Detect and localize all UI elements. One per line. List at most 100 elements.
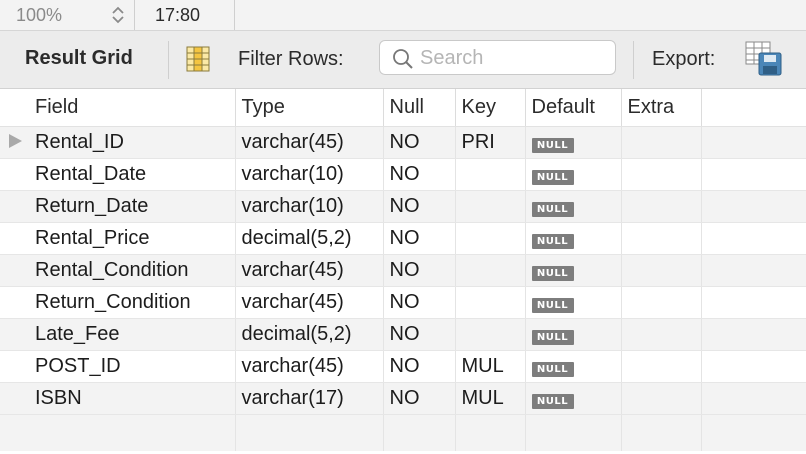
column-header-null[interactable]: Null <box>383 89 456 127</box>
cell-default[interactable]: NULL <box>525 222 622 255</box>
result-grid-label[interactable]: Result Grid <box>25 47 133 70</box>
table-row[interactable]: Rental_Condition varchar(45) NO NULL <box>0 254 806 287</box>
cell-null[interactable]: NO <box>383 318 456 351</box>
cell-extra[interactable] <box>621 158 702 191</box>
cell-field[interactable]: Return_Date <box>29 190 236 223</box>
cell-type[interactable]: varchar(17) <box>235 382 384 415</box>
row-pointer-icon <box>9 133 22 148</box>
search-input[interactable] <box>420 45 605 71</box>
cell-null[interactable]: NO <box>383 158 456 191</box>
cell-type[interactable]: varchar(10) <box>235 158 384 191</box>
cell-default[interactable]: NULL <box>525 382 622 415</box>
cell-extra[interactable] <box>621 318 702 351</box>
header-row: Field Type Null Key Default Extra <box>0 89 806 127</box>
cell-default[interactable]: NULL <box>525 286 622 319</box>
cell-type[interactable]: varchar(45) <box>235 286 384 319</box>
cell-type[interactable]: varchar(45) <box>235 126 384 159</box>
cell-field[interactable]: Late_Fee <box>29 318 236 351</box>
column-header-default[interactable]: Default <box>525 89 622 127</box>
cell-extra[interactable] <box>621 350 702 383</box>
cell-key[interactable] <box>455 318 526 351</box>
cell-key[interactable]: MUL <box>455 382 526 415</box>
cell-key[interactable] <box>455 254 526 287</box>
row-marker-cell[interactable] <box>0 222 29 255</box>
cell-null[interactable]: NO <box>383 190 456 223</box>
cell-default[interactable]: NULL <box>525 126 622 159</box>
cell-field[interactable]: Rental_Price <box>29 222 236 255</box>
row-marker-cell[interactable] <box>0 126 29 159</box>
cell-type[interactable]: decimal(5,2) <box>235 318 384 351</box>
column-header-type[interactable]: Type <box>235 89 384 127</box>
cell-key[interactable] <box>455 190 526 223</box>
row-marker-cell[interactable] <box>0 286 29 319</box>
row-spacer-cell <box>701 222 806 255</box>
cell-null[interactable]: NO <box>383 126 456 159</box>
table-row[interactable]: ISBN varchar(17) NO MUL NULL <box>0 382 806 415</box>
cell-default[interactable]: NULL <box>525 190 622 223</box>
cell-field[interactable]: Rental_Condition <box>29 254 236 287</box>
cell-type[interactable]: varchar(10) <box>235 190 384 223</box>
cell-null[interactable]: NO <box>383 286 456 319</box>
cell-extra[interactable] <box>621 254 702 287</box>
cell-null[interactable]: NO <box>383 222 456 255</box>
column-header-key[interactable]: Key <box>455 89 526 127</box>
table-row[interactable]: Rental_ID varchar(45) NO PRI NULL <box>0 126 806 159</box>
cell-extra[interactable] <box>621 126 702 159</box>
cell-key[interactable] <box>455 158 526 191</box>
null-badge: NULL <box>531 361 574 377</box>
row-marker-cell[interactable] <box>0 158 29 191</box>
column-header-field[interactable]: Field <box>29 89 236 127</box>
cell-null[interactable]: NO <box>383 382 456 415</box>
grid-columns-icon[interactable] <box>185 45 211 73</box>
cell-key[interactable] <box>455 222 526 255</box>
cell-extra[interactable] <box>621 190 702 223</box>
null-badge: NULL <box>531 233 574 249</box>
cell-default[interactable]: NULL <box>525 318 622 351</box>
cell-default[interactable]: NULL <box>525 158 622 191</box>
search-field[interactable] <box>379 40 616 75</box>
cell-null[interactable]: NO <box>383 350 456 383</box>
empty-cell <box>383 414 456 451</box>
row-spacer-cell <box>701 382 806 415</box>
row-marker-cell[interactable] <box>0 350 29 383</box>
toolbar-divider <box>633 41 634 79</box>
column-header-extra[interactable]: Extra <box>621 89 702 127</box>
row-spacer-cell <box>701 318 806 351</box>
cell-null[interactable]: NO <box>383 254 456 287</box>
row-marker-cell[interactable] <box>0 318 29 351</box>
null-badge: NULL <box>531 137 574 153</box>
cell-default[interactable]: NULL <box>525 350 622 383</box>
table-row[interactable]: Rental_Price decimal(5,2) NO NULL <box>0 222 806 255</box>
result-grid: Field Type Null Key Default Extra Rental… <box>0 89 806 454</box>
cell-field[interactable]: Rental_Date <box>29 158 236 191</box>
cell-field[interactable]: ISBN <box>29 382 236 415</box>
filter-rows-label: Filter Rows: <box>238 48 344 70</box>
cell-extra[interactable] <box>621 382 702 415</box>
row-spacer-cell <box>701 126 806 159</box>
cell-field[interactable]: Rental_ID <box>29 126 236 159</box>
cell-type[interactable]: decimal(5,2) <box>235 222 384 255</box>
cell-field[interactable]: Return_Condition <box>29 286 236 319</box>
chevron-up-down-icon[interactable] <box>108 5 128 25</box>
row-marker-cell[interactable] <box>0 190 29 223</box>
export-save-icon[interactable] <box>745 41 783 77</box>
cell-field[interactable]: POST_ID <box>29 350 236 383</box>
table-row[interactable]: Rental_Date varchar(10) NO NULL <box>0 158 806 191</box>
cell-key[interactable] <box>455 286 526 319</box>
cell-type[interactable]: varchar(45) <box>235 350 384 383</box>
cell-extra[interactable] <box>621 222 702 255</box>
column-header-spacer <box>701 89 806 127</box>
cell-extra[interactable] <box>621 286 702 319</box>
cell-key[interactable]: PRI <box>455 126 526 159</box>
table-row[interactable]: POST_ID varchar(45) NO MUL NULL <box>0 350 806 383</box>
table-row[interactable]: Return_Condition varchar(45) NO NULL <box>0 286 806 319</box>
zoom-control[interactable]: 100% <box>0 0 135 30</box>
toolbar-divider <box>168 41 169 79</box>
row-marker-cell[interactable] <box>0 254 29 287</box>
cell-key[interactable]: MUL <box>455 350 526 383</box>
cell-default[interactable]: NULL <box>525 254 622 287</box>
cell-type[interactable]: varchar(45) <box>235 254 384 287</box>
table-row[interactable]: Late_Fee decimal(5,2) NO NULL <box>0 318 806 351</box>
table-row[interactable]: Return_Date varchar(10) NO NULL <box>0 190 806 223</box>
row-marker-cell[interactable] <box>0 382 29 415</box>
